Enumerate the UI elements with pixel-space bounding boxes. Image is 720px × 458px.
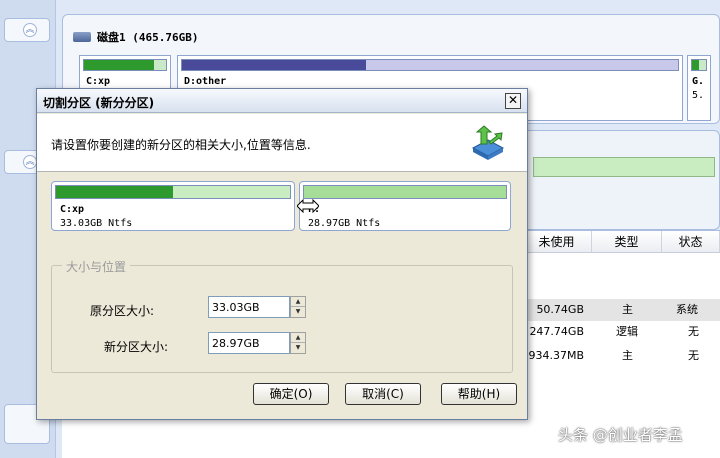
table-cell-status: 系统 (676, 303, 698, 316)
orig-size-label: 原分区大小: (90, 304, 155, 318)
split-left-usage-bar (56, 186, 173, 198)
table-cell-status: 无 (688, 349, 699, 362)
new-size-label: 新分区大小: (104, 340, 169, 354)
table-cell-unused: 50.74GB (536, 303, 584, 316)
partition-c-label: C:xp (86, 76, 111, 87)
split-left-name: C:xp (60, 204, 85, 215)
split-right-size: 28.97GB Ntfs (308, 218, 381, 229)
spin-down-icon[interactable]: ▼ (291, 307, 305, 317)
help-button[interactable]: 帮助(H) (441, 383, 517, 405)
group-title: 大小与位置 (62, 258, 131, 275)
resize-arrow-icon[interactable] (297, 199, 319, 213)
table-cell-status: 无 (688, 325, 699, 338)
dialog-title: 切割分区 (新分分区) (43, 96, 155, 110)
disk-icon (73, 32, 91, 42)
collapse-up-icon[interactable]: ︽ (23, 23, 37, 37)
spin-up-icon[interactable]: ▲ (291, 297, 305, 307)
split-visualizer: C:xp 33.03GB Ntfs F: 28.97GB Ntfs (51, 181, 513, 231)
dialog-info-text: 请设置你要创建的新分区的相关大小,位置等信息. (51, 138, 311, 152)
table-cell-type: 主 (622, 349, 633, 362)
collapse-up-icon[interactable]: ︽ (23, 155, 37, 169)
size-position-group: 大小与位置 原分区大小: ▲ ▼ 新分区大小: ▲ ▼ (51, 258, 513, 373)
new-size-spinner[interactable]: ▲ ▼ (290, 332, 306, 354)
partition-d-label: D:other (184, 76, 227, 87)
orig-size-spinner[interactable]: ▲ ▼ (290, 296, 306, 318)
disk-title: 磁盘1 (465.76GB) (97, 31, 199, 44)
column-unused[interactable]: 未使用 (522, 231, 592, 253)
new-size-input[interactable] (208, 332, 290, 354)
ok-button[interactable]: 确定(O) (253, 383, 329, 405)
split-partition-dialog: 切割分区 (新分分区) ✕ 请设置你要创建的新分区的相关大小,位置等信息. C:… (36, 88, 528, 420)
dialog-titlebar[interactable]: 切割分区 (新分分区) ✕ (37, 89, 527, 113)
left-panel-top: ︽ (4, 18, 50, 42)
dialog-info-band: 请设置你要创建的新分区的相关大小,位置等信息. (37, 114, 527, 172)
partition-d-usage-bar (182, 60, 366, 70)
table-cell-type: 逻辑 (616, 325, 638, 338)
partition-g-block[interactable]: G. 5. (687, 55, 711, 121)
second-disk-bar (533, 157, 715, 177)
split-left-partition[interactable]: C:xp 33.03GB Ntfs (51, 181, 295, 231)
spin-up-icon[interactable]: ▲ (291, 333, 305, 343)
partition-g-sub: 5. (692, 90, 705, 101)
spin-down-icon[interactable]: ▼ (291, 343, 305, 353)
table-cell-type: 主 (622, 303, 633, 316)
disk-header: 磁盘1 (465.76GB) (73, 29, 198, 45)
split-right-partition[interactable]: F: 28.97GB Ntfs (299, 181, 511, 231)
partition-g-usage-bar (692, 60, 699, 70)
partition-wizard-icon (471, 125, 505, 160)
partition-c-usage-bar (84, 60, 154, 70)
column-status[interactable]: 状态 (662, 231, 720, 253)
column-type[interactable]: 类型 (592, 231, 662, 253)
close-button[interactable]: ✕ (505, 93, 521, 109)
split-left-size: 33.03GB Ntfs (60, 218, 133, 229)
cancel-button[interactable]: 取消(C) (345, 383, 421, 405)
orig-size-input[interactable] (208, 296, 290, 318)
partition-g-label: G. (692, 76, 705, 87)
watermark: 头条 @创业者李孟 (558, 426, 683, 444)
